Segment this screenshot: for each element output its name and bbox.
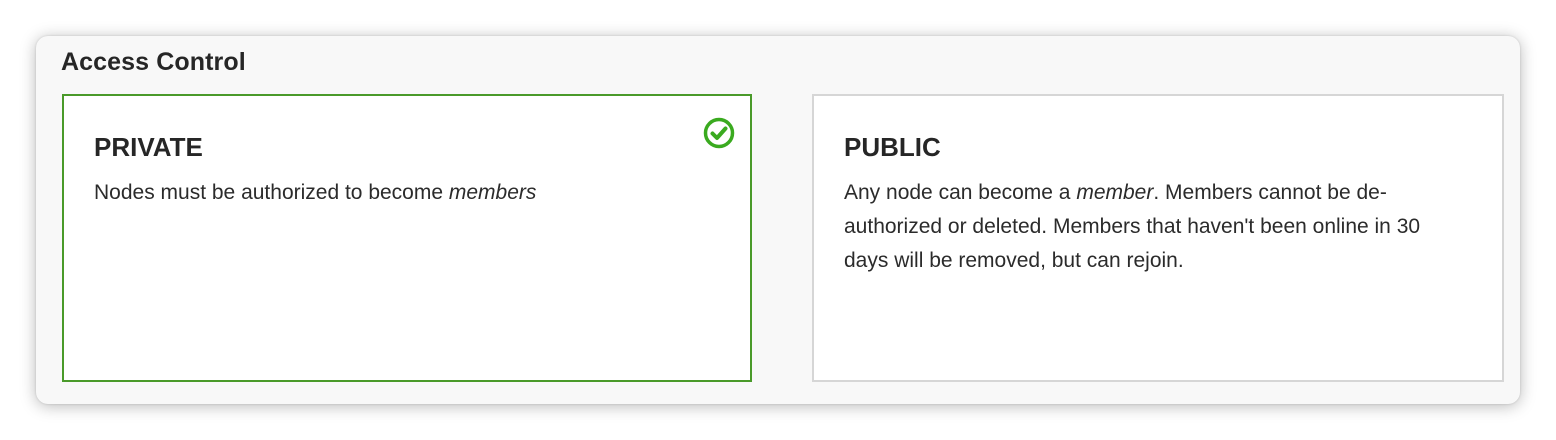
private-option-title: PRIVATE bbox=[94, 132, 203, 162]
access-control-panel: Access Control PRIVATE Nodes must be aut… bbox=[36, 36, 1520, 404]
private-desc-emphasis: members bbox=[448, 181, 537, 204]
public-option-description: Any node can become a member. Members ca… bbox=[844, 176, 1444, 278]
public-desc-emphasis: member bbox=[1076, 181, 1154, 204]
private-option-description: Nodes must be authorized to become membe… bbox=[94, 176, 714, 210]
public-desc-text: Any node can become a bbox=[844, 181, 1077, 204]
private-desc-text: Nodes must be authorized to become bbox=[94, 181, 449, 204]
check-circle-icon bbox=[702, 116, 736, 150]
section-title: Access Control bbox=[61, 48, 246, 76]
public-option-card[interactable]: PUBLIC Any node can become a member. Mem… bbox=[812, 94, 1504, 382]
public-option-title: PUBLIC bbox=[844, 132, 941, 162]
private-option-card[interactable]: PRIVATE Nodes must be authorized to beco… bbox=[62, 94, 752, 382]
